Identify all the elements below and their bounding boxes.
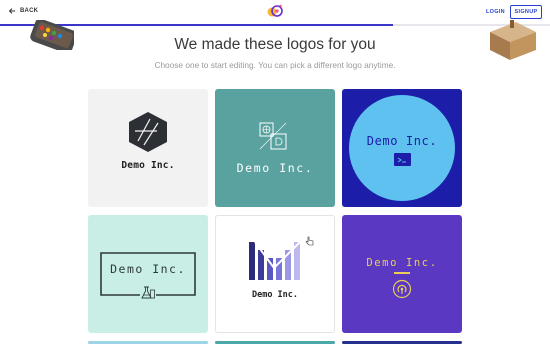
login-link[interactable]: LOGIN	[486, 9, 505, 15]
logo-name: Demo Inc.	[110, 262, 186, 276]
logo-name: Demo Inc.	[366, 134, 438, 148]
back-label: BACK	[20, 8, 39, 14]
lab-flask-icon	[141, 286, 155, 299]
page-subtitle: Choose one to start editing. You can pic…	[154, 60, 396, 70]
arrow-left-icon	[8, 8, 16, 14]
progress-bar	[0, 24, 550, 26]
logo-name: Demo Inc.	[236, 161, 314, 175]
hand-cursor-icon	[305, 236, 314, 246]
logo-name: Demo Inc.	[251, 290, 299, 300]
bar-m-icon	[249, 241, 301, 280]
logo-option-6[interactable]: Demo Inc.	[342, 215, 462, 333]
logo-option-5[interactable]: Demo Inc.	[215, 215, 335, 333]
page-title: We made these logos for you	[174, 36, 376, 53]
logo-name: Demo Inc.	[121, 160, 175, 171]
terminal-icon	[394, 153, 411, 166]
broadcast-icon	[392, 279, 412, 299]
logo-option-2[interactable]: Demo Inc.	[215, 89, 335, 207]
logo-option-3[interactable]: Demo Inc.	[342, 89, 462, 207]
logo-underline	[394, 272, 410, 274]
brand-logo-icon[interactable]	[266, 3, 284, 19]
globe-document-icon	[259, 122, 287, 150]
back-button[interactable]: BACK	[8, 7, 38, 15]
circle-background	[349, 95, 455, 201]
hexagon-icon	[129, 112, 167, 152]
logo-option-1[interactable]: Demo Inc.	[88, 89, 208, 207]
signup-button[interactable]: SIGNUP	[510, 5, 542, 19]
top-bar: BACK LOGIN SIGNUP	[0, 0, 550, 25]
logo-option-4[interactable]: Demo Inc.	[88, 215, 208, 333]
logo-name: Demo Inc.	[366, 257, 438, 269]
